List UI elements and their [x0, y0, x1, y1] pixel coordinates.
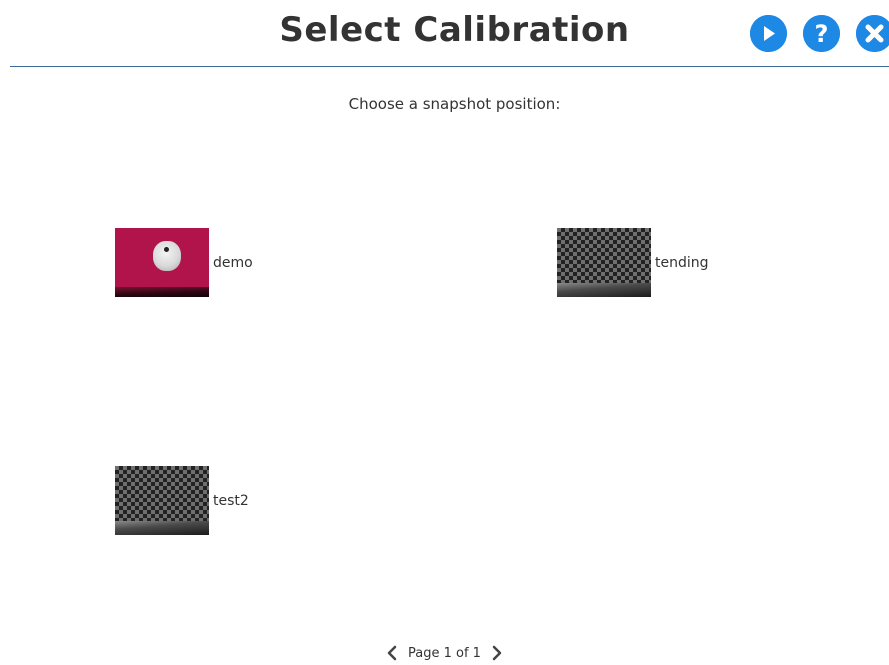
calibration-page: Select Calibration ? Choose a snapshot p… [0, 0, 889, 665]
page-indicator: Page 1 of 1 [408, 645, 481, 661]
snapshot-thumbnail[interactable] [557, 228, 651, 297]
header-divider [10, 66, 889, 67]
svg-text:?: ? [815, 20, 829, 48]
snapshot-item-test2[interactable]: test2 [115, 466, 249, 535]
close-icon [856, 15, 889, 52]
help-button[interactable]: ? [803, 15, 840, 52]
snapshot-prompt: Choose a snapshot position: [348, 95, 561, 113]
chevron-left-icon [387, 645, 397, 661]
pagination: Page 1 of 1 [0, 644, 889, 662]
chevron-right-icon [492, 645, 502, 661]
play-icon [750, 15, 787, 52]
next-page-button[interactable] [489, 644, 505, 662]
prev-page-button[interactable] [384, 644, 400, 662]
snapshot-item-tending[interactable]: tending [557, 228, 709, 297]
snapshot-label[interactable]: tending [655, 255, 709, 271]
play-button[interactable] [750, 15, 787, 52]
snapshot-item-demo[interactable]: demo [115, 228, 253, 297]
snapshot-thumbnail[interactable] [115, 466, 209, 535]
snapshot-label[interactable]: test2 [213, 493, 249, 509]
snapshot-thumbnail[interactable] [115, 228, 209, 297]
question-icon: ? [803, 15, 840, 52]
close-button[interactable] [856, 15, 889, 52]
snapshot-label[interactable]: demo [213, 255, 253, 271]
calibration-disc [153, 241, 181, 271]
